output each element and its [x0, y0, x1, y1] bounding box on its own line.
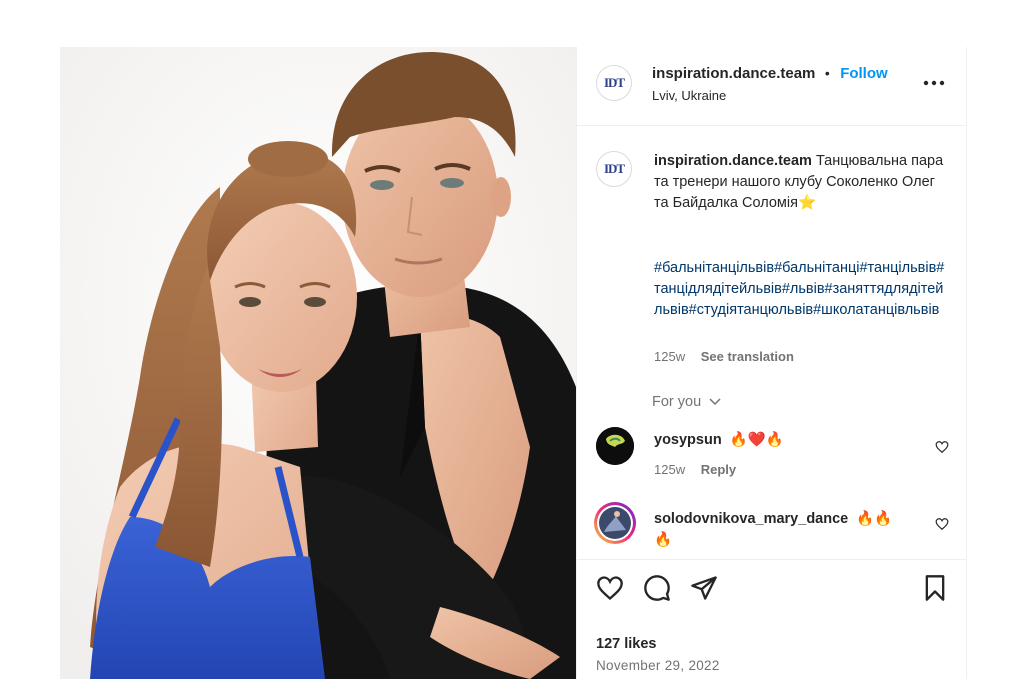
comment-text: 🔥🔥 — [856, 511, 893, 527]
comment-bubble-icon[interactable] — [643, 574, 671, 602]
header-username[interactable]: inspiration.dance.team — [652, 65, 815, 82]
paper-plane-icon[interactable] — [690, 574, 718, 602]
post-photo[interactable] — [60, 47, 576, 679]
comment-body: solodovnikova_mary_dance 🔥🔥 🔥 — [654, 509, 922, 551]
likes-count[interactable]: 127 likes — [596, 636, 656, 652]
caption-age: 125w — [654, 349, 686, 364]
comment-username[interactable]: solodovnikova_mary_dance — [654, 511, 848, 527]
dance-couple-photo — [60, 47, 576, 679]
caption-username[interactable]: inspiration.dance.team — [654, 153, 812, 169]
comment-text: 🔥❤️🔥 — [729, 432, 784, 448]
post-details-panel: IDT inspiration.dance.team • Follow Lviv… — [576, 47, 967, 679]
caption-meta: 125w See translation — [654, 349, 794, 364]
see-translation-button[interactable]: See translation — [701, 349, 794, 364]
post-actions: 127 likes November 29, 2022 — [577, 559, 966, 680]
comment-like-heart-icon[interactable] — [935, 440, 949, 454]
reply-button[interactable]: Reply — [701, 462, 736, 477]
comment-meta: 125w Reply — [654, 462, 736, 477]
caption-logo: IDT — [603, 161, 625, 176]
account-avatar[interactable]: IDT — [596, 65, 632, 101]
comment-text-cont: 🔥 — [654, 532, 673, 548]
for-you-label: For you — [652, 394, 702, 410]
comment-like-heart-icon[interactable] — [935, 517, 949, 531]
post-header: IDT inspiration.dance.team • Follow Lviv… — [577, 47, 966, 126]
for-you-toggle[interactable]: For you — [652, 394, 721, 410]
caption-avatar[interactable]: IDT — [596, 151, 632, 187]
post-date: November 29, 2022 — [596, 658, 720, 673]
comment-body: yosypsun 🔥❤️🔥 — [654, 431, 784, 448]
more-options-icon[interactable] — [922, 71, 946, 95]
chevron-down-icon — [709, 398, 721, 406]
caption-hashtags[interactable]: #бальнітанцільвів#бальнітанці#танцільвів… — [654, 258, 948, 321]
header-title-row: inspiration.dance.team • Follow — [652, 65, 888, 83]
heart-icon[interactable] — [596, 574, 624, 602]
commenter-avatar[interactable] — [596, 427, 634, 465]
follow-button[interactable]: Follow — [840, 65, 888, 82]
commenter-avatar[interactable] — [594, 502, 636, 544]
comment-age: 125w — [654, 462, 686, 477]
bookmark-icon[interactable] — [921, 574, 949, 602]
account-logo: IDT — [603, 75, 625, 90]
comment-username[interactable]: yosypsun — [654, 432, 722, 448]
separator-dot: • — [824, 65, 830, 81]
caption: inspiration.dance.team Танцювальна пара … — [654, 151, 948, 214]
green-yellow-avatar-icon — [596, 427, 634, 465]
location-link[interactable]: Lviv, Ukraine — [652, 88, 726, 103]
dancer-photo-avatar-icon — [597, 505, 633, 541]
